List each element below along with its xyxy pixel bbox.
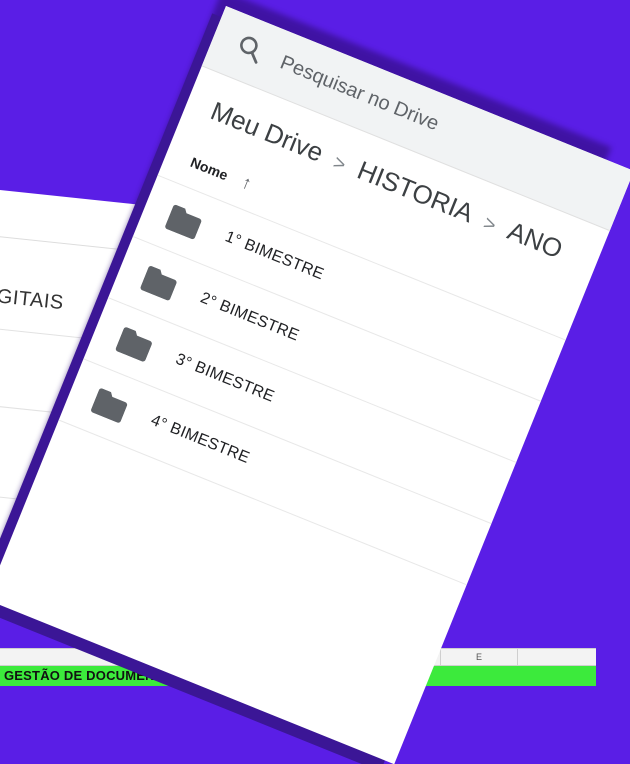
column-separator xyxy=(440,649,441,665)
folder-name: 3° BIMESTRE xyxy=(173,350,277,406)
sort-label: Nome xyxy=(188,153,231,184)
breadcrumb-item-ano[interactable]: ANO xyxy=(504,215,567,264)
folder-name: 1° BIMESTRE xyxy=(222,228,327,284)
chevron-right-icon: > xyxy=(329,151,349,177)
folder-icon xyxy=(115,326,154,362)
folder-name: 4° BIMESTRE xyxy=(148,411,252,467)
search-input[interactable]: Pesquisar no Drive xyxy=(277,52,442,137)
folder-icon xyxy=(164,204,203,240)
folder-name: 2° BIMESTRE xyxy=(197,289,302,345)
sort-by-name[interactable]: Nome ↑ xyxy=(188,151,255,195)
folder-icon xyxy=(90,388,129,424)
arrow-up-icon[interactable]: ↑ xyxy=(238,172,255,195)
chevron-right-icon: > xyxy=(480,212,500,238)
column-separator xyxy=(517,649,518,665)
folder-icon xyxy=(140,265,179,301)
search-icon[interactable] xyxy=(234,32,268,66)
column-header-e[interactable]: E xyxy=(476,652,482,662)
